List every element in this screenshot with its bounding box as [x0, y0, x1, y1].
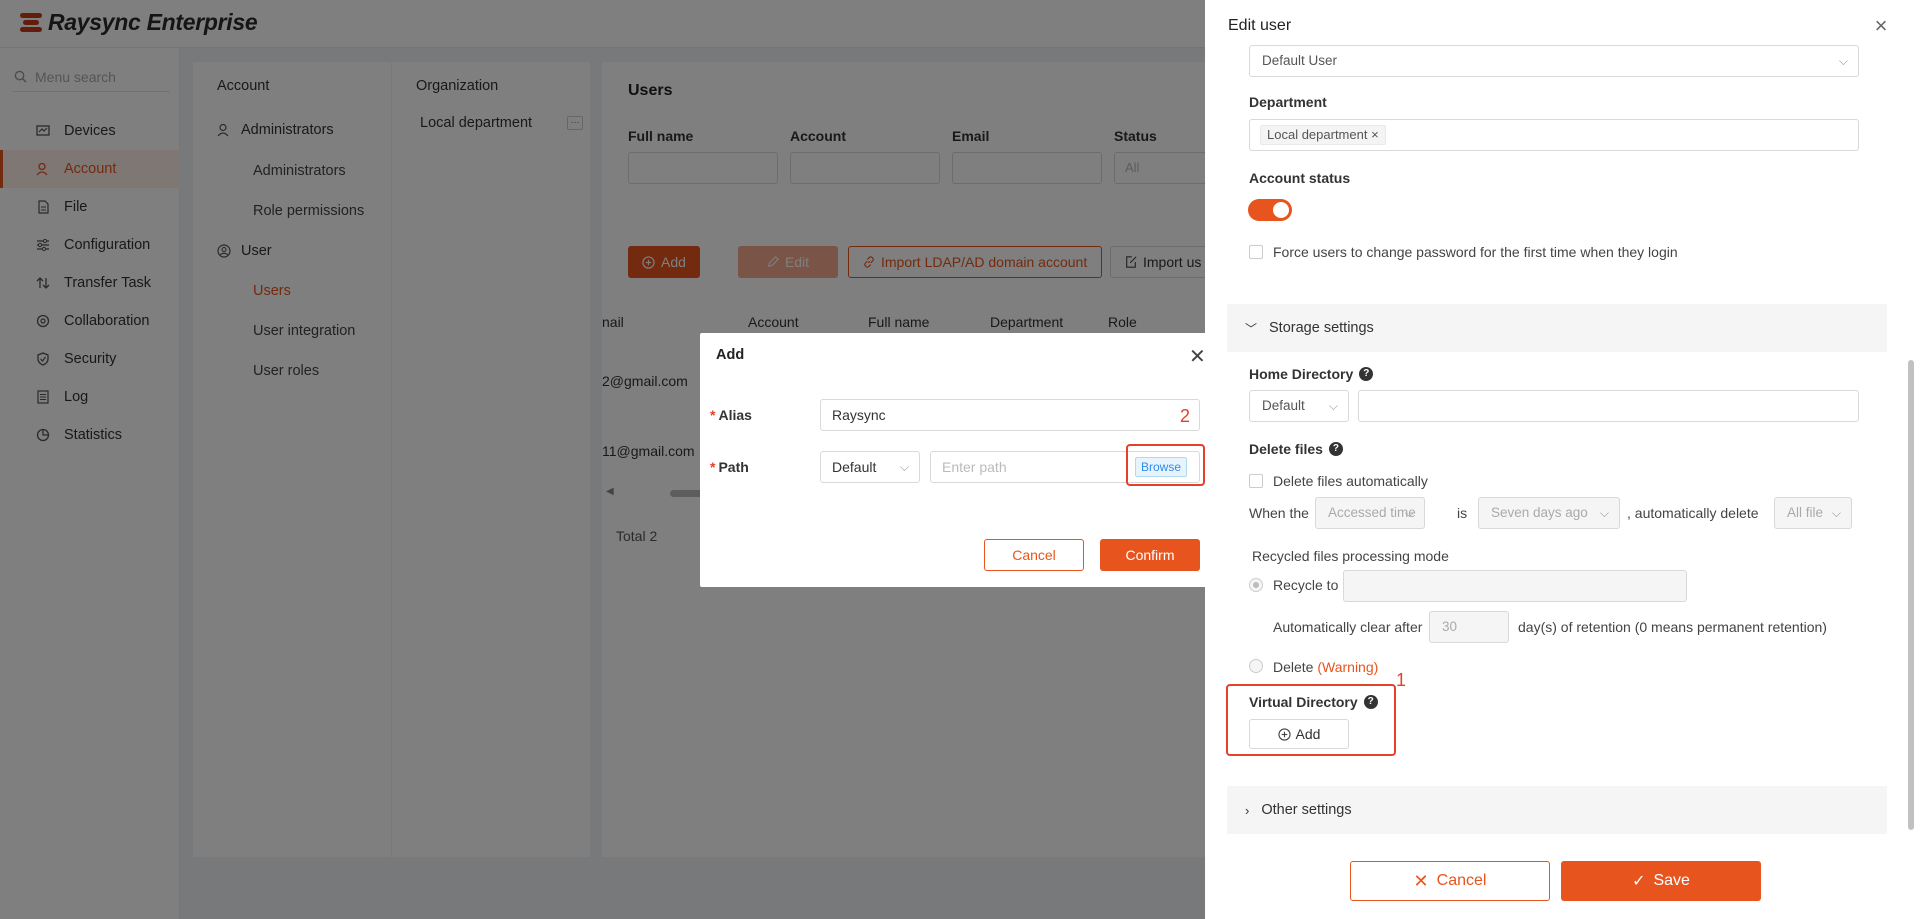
alias-input[interactable]: Raysync [820, 399, 1200, 431]
accessed-time-select[interactable]: Accessed time ⌵ [1315, 497, 1425, 529]
force-password-checkbox[interactable] [1249, 245, 1263, 259]
retention-days-input[interactable]: 30 [1429, 611, 1509, 643]
drawer-scrollbar[interactable] [1906, 54, 1916, 841]
close-icon[interactable]: × [1870, 15, 1892, 38]
other-settings-header[interactable]: › Other settings [1227, 786, 1887, 834]
tag-close-icon[interactable]: × [1371, 127, 1379, 142]
dialog-cancel-button[interactable]: Cancel [984, 539, 1084, 571]
auto-delete-text: , automatically delete [1627, 505, 1759, 521]
home-directory-select-value: Default [1262, 398, 1305, 413]
edit-user-drawer: Edit user × Default User ⌵ Department Lo… [1205, 0, 1920, 919]
path-label-text: Path [718, 459, 749, 475]
path-type-select[interactable]: Default ⌵ [820, 451, 920, 483]
home-directory-label: Home Directory ? [1249, 366, 1374, 382]
check-icon: ✓ [1632, 873, 1646, 890]
force-password-label: Force users to change password for the f… [1273, 244, 1678, 260]
alias-label: * Alias [710, 407, 752, 423]
alias-label-text: Alias [718, 407, 752, 423]
close-icon: ✕ [1413, 870, 1429, 891]
is-text: is [1457, 505, 1468, 521]
department-label-text: Department [1249, 94, 1327, 110]
chevron-down-icon: ﹀ [1245, 321, 1258, 336]
chevron-down-icon: ⌵ [1599, 506, 1609, 520]
delete-auto-label: Delete files automatically [1273, 473, 1428, 489]
storage-settings-header[interactable]: ﹀ Storage settings [1227, 304, 1887, 352]
chevron-down-icon: ⌵ [899, 460, 909, 474]
department-select[interactable]: Local department × [1249, 119, 1859, 151]
chevron-down-icon: ⌵ [1838, 54, 1848, 68]
chevron-down-icon: ⌵ [1831, 506, 1841, 520]
scrollbar-thumb[interactable] [1908, 360, 1914, 830]
retention-note: day(s) of retention (0 means permanent r… [1518, 619, 1827, 635]
when-the-text: When the [1249, 505, 1309, 521]
drawer-title: Edit user [1228, 17, 1292, 34]
alias-input-value: Raysync [832, 407, 886, 423]
department-label: Department [1249, 94, 1327, 110]
chevron-down-icon: ⌵ [1404, 506, 1414, 520]
cancel-label: Cancel [1436, 872, 1487, 889]
cancel-button[interactable]: ✕ Cancel [1350, 861, 1550, 901]
recycled-mode-label: Recycled files processing mode [1252, 548, 1449, 564]
warning-text: (Warning) [1317, 659, 1379, 675]
accessed-time-value: Accessed time [1328, 505, 1416, 520]
seven-days-value: Seven days ago [1491, 505, 1588, 520]
delete-option-label: Delete [1273, 659, 1314, 675]
department-tag: Local department × [1260, 125, 1386, 145]
required-asterisk: * [710, 459, 716, 475]
path-type-value: Default [832, 459, 877, 475]
user-role-select[interactable]: Default User ⌵ [1249, 45, 1859, 77]
recycle-to-input[interactable] [1343, 570, 1687, 602]
other-settings-title: Other settings [1261, 802, 1352, 818]
save-label: Save [1653, 872, 1690, 889]
home-directory-select[interactable]: Default ⌵ [1249, 390, 1349, 422]
drawer-footer: ✕ Cancel ✓ Save [1205, 841, 1920, 919]
annotation-box-2 [1126, 444, 1205, 486]
user-role-value: Default User [1262, 53, 1338, 68]
chevron-right-icon: › [1245, 802, 1250, 818]
delete-files-label-text: Delete files [1249, 441, 1323, 457]
home-directory-path-input[interactable] [1358, 390, 1859, 422]
dialog-title: Add [716, 347, 745, 363]
annotation-number-2: 2 [1180, 406, 1191, 426]
delete-radio[interactable] [1249, 659, 1263, 673]
path-input-placeholder: Enter path [942, 459, 1007, 475]
all-file-select[interactable]: All file ⌵ [1774, 497, 1852, 529]
storage-settings-title: Storage settings [1269, 320, 1374, 336]
seven-days-select[interactable]: Seven days ago ⌵ [1478, 497, 1620, 529]
recycle-to-label: Recycle to [1273, 577, 1339, 593]
account-status-label-text: Account status [1249, 170, 1351, 186]
app-window: Raysync Enterprise Menu search Devices A… [0, 0, 1920, 919]
delete-option: Delete (Warning) [1273, 659, 1378, 675]
chevron-down-icon: ⌵ [1328, 399, 1338, 413]
help-icon[interactable]: ? [1328, 442, 1343, 456]
required-asterisk: * [710, 407, 716, 423]
dialog-confirm-button[interactable]: Confirm [1100, 539, 1200, 571]
close-icon[interactable]: ✕ [1189, 344, 1206, 369]
save-button[interactable]: ✓ Save [1561, 861, 1761, 901]
retention-days-value: 30 [1442, 619, 1458, 634]
account-status-toggle[interactable] [1248, 199, 1292, 221]
all-file-value: All file [1787, 505, 1824, 520]
account-status-label: Account status [1249, 170, 1350, 186]
recycle-to-radio[interactable] [1249, 578, 1263, 592]
department-tag-label: Local department [1267, 127, 1368, 142]
annotation-number-1: 1 [1396, 670, 1407, 690]
delete-auto-checkbox[interactable] [1249, 474, 1263, 488]
add-virtual-directory-dialog: Add ✕ * Alias Raysync * Path Default ⌵ Ent… [700, 333, 1220, 587]
home-directory-label-text: Home Directory [1249, 366, 1354, 382]
delete-files-label: Delete files ? [1249, 441, 1343, 457]
help-icon[interactable]: ? [1359, 367, 1374, 381]
auto-clear-label: Automatically clear after [1273, 619, 1423, 635]
path-label: * Path [710, 459, 749, 475]
annotation-box-1 [1226, 684, 1396, 756]
